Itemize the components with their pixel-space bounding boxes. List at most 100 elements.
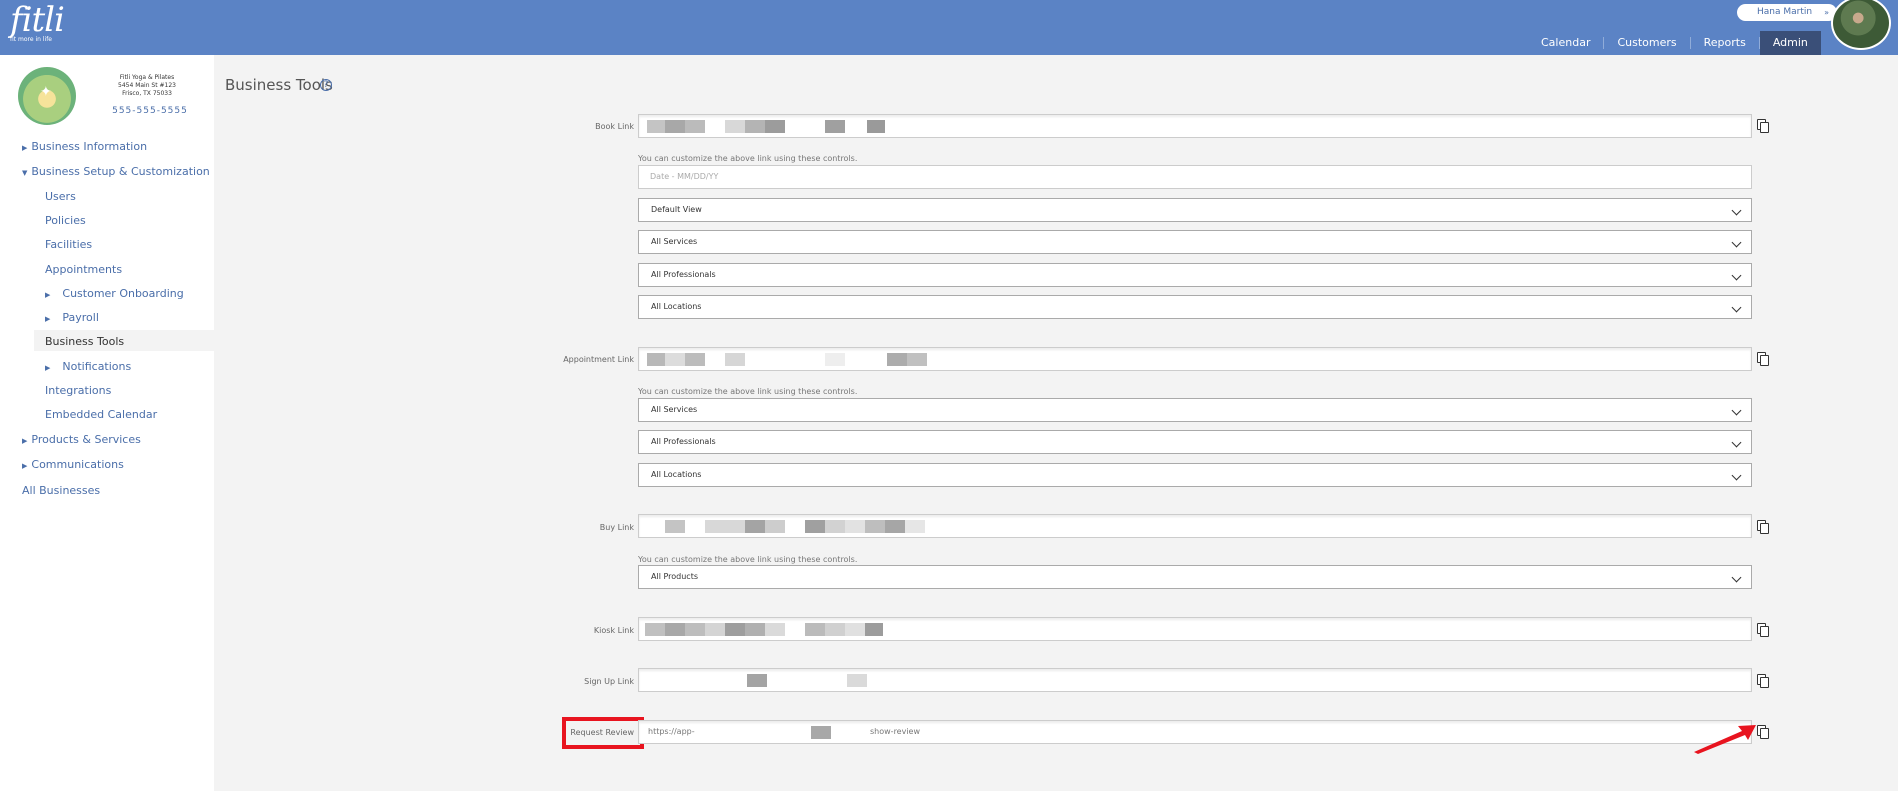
redacted-block	[825, 353, 845, 366]
redacted-block	[845, 520, 865, 533]
copy-signup-link-icon[interactable]	[1757, 674, 1769, 688]
redacted-block	[705, 520, 745, 533]
redacted-block	[665, 120, 685, 133]
sidebar-item-label: Payroll	[62, 311, 99, 324]
nav-calendar[interactable]: Calendar	[1528, 31, 1603, 55]
redacted-block	[825, 120, 845, 133]
redacted-block	[665, 520, 685, 533]
fitli-logo[interactable]: fitli fit more in life	[10, 0, 65, 43]
request-review-link-field[interactable]: https://app- show-review	[638, 720, 1752, 744]
redacted-block	[905, 520, 925, 533]
user-menu-chevron-icon: »	[1824, 8, 1829, 17]
appointment-link-field[interactable]	[638, 347, 1752, 371]
redacted-block	[725, 120, 745, 133]
caret-right-icon: ▶	[45, 291, 51, 299]
chevron-down-icon	[1731, 205, 1742, 216]
sidebar-item-products-services[interactable]: ▶ Products & Services	[22, 433, 141, 446]
nav-customers[interactable]: Customers	[1604, 31, 1689, 55]
sidebar: ✦ Fitli Yoga & Pilates 5454 Main St #123…	[0, 55, 214, 791]
redacted-block	[907, 353, 927, 366]
redacted-block	[647, 353, 665, 366]
appointment-locations-select[interactable]: All Locations	[638, 463, 1752, 487]
sidebar-item-integrations[interactable]: Integrations	[45, 384, 111, 397]
user-menu[interactable]: Hana Martin »	[1737, 4, 1837, 21]
redacted-block	[765, 623, 785, 636]
caret-right-icon: ▶	[22, 144, 28, 152]
nav-reports[interactable]: Reports	[1691, 31, 1759, 55]
request-review-label: Request Review	[570, 728, 634, 737]
business-address-line2: Frisco, TX 75033	[122, 90, 172, 97]
sidebar-item-business-setup[interactable]: ▼ Business Setup & Customization	[22, 165, 210, 178]
avatar[interactable]	[1831, 0, 1891, 50]
help-icon[interactable]: ?	[320, 79, 332, 91]
business-address-line1: 5454 Main St #123	[118, 82, 176, 89]
copy-appointment-link-icon[interactable]	[1757, 352, 1769, 366]
copy-request-review-link-icon[interactable]	[1757, 725, 1769, 739]
appointment-professionals-select[interactable]: All Professionals	[638, 430, 1752, 454]
signup-link-field[interactable]	[638, 668, 1752, 692]
sidebar-item-label: Customer Onboarding	[62, 287, 184, 300]
sidebar-item-payroll[interactable]: ▶ Payroll	[45, 311, 99, 324]
book-link-label: Book Link	[595, 122, 634, 131]
sidebar-item-label: Products & Services	[31, 433, 141, 446]
caret-right-icon: ▶	[22, 462, 28, 470]
book-view-select[interactable]: Default View	[638, 198, 1752, 222]
redacted-block	[725, 623, 745, 636]
arrow-shape	[1694, 725, 1756, 754]
sidebar-item-appointments[interactable]: Appointments	[45, 263, 122, 276]
kiosk-link-field[interactable]	[638, 617, 1752, 641]
sidebar-item-policies[interactable]: Policies	[45, 214, 86, 227]
sidebar-item-communications[interactable]: ▶ Communications	[22, 458, 124, 471]
redacted-block	[865, 520, 885, 533]
user-name: Hana Martin	[1757, 7, 1813, 17]
sidebar-item-facilities[interactable]: Facilities	[45, 238, 92, 251]
caret-right-icon: ▶	[22, 437, 28, 445]
redacted-block	[805, 520, 825, 533]
appointment-services-select[interactable]: All Services	[638, 398, 1752, 422]
business-info: Fitli Yoga & Pilates 5454 Main St #123 F…	[102, 74, 192, 98]
signup-link-label: Sign Up Link	[584, 677, 634, 686]
buy-link-field[interactable]	[638, 514, 1752, 538]
redacted-block	[685, 623, 705, 636]
book-link-field[interactable]	[638, 114, 1752, 138]
customize-hint: You can customize the above link using t…	[638, 387, 858, 396]
redacted-block	[745, 120, 765, 133]
book-services-select[interactable]: All Services	[638, 230, 1752, 254]
top-header: fitli fit more in life Hana Martin » Cal…	[0, 0, 1898, 55]
caret-right-icon: ▶	[45, 364, 51, 372]
business-name: Fitli Yoga & Pilates	[119, 74, 175, 81]
redacted-block	[847, 674, 867, 687]
book-locations-select[interactable]: All Locations	[638, 295, 1752, 319]
redacted-block	[745, 520, 765, 533]
sidebar-item-notifications[interactable]: ▶ Notifications	[45, 360, 131, 373]
book-professionals-select[interactable]: All Professionals	[638, 263, 1752, 287]
sidebar-item-users[interactable]: Users	[45, 190, 76, 203]
date-input[interactable]: Date - MM/DD/YY	[638, 165, 1752, 189]
redacted-block	[665, 623, 685, 636]
sidebar-item-all-businesses[interactable]: All Businesses	[22, 484, 100, 497]
sidebar-item-embedded-calendar[interactable]: Embedded Calendar	[45, 408, 157, 421]
business-phone: 555-555-5555	[112, 106, 188, 116]
chevron-down-icon	[1731, 437, 1742, 448]
sidebar-item-label: Business Setup & Customization	[31, 165, 210, 178]
redacted-block	[805, 623, 825, 636]
caret-down-icon: ▼	[22, 169, 28, 177]
sidebar-item-customer-onboarding[interactable]: ▶ Customer Onboarding	[45, 287, 184, 300]
buy-products-select[interactable]: All Products	[638, 565, 1752, 589]
redacted-block	[867, 120, 885, 133]
copy-buy-link-icon[interactable]	[1757, 520, 1769, 534]
sidebar-item-business-information[interactable]: ▶ Business Information	[22, 140, 147, 153]
kiosk-link-label: Kiosk Link	[593, 626, 634, 635]
buy-link-label: Buy Link	[599, 523, 634, 532]
select-value: All Professionals	[651, 270, 716, 279]
sidebar-item-label: Business Information	[31, 140, 148, 153]
appointment-link-label: Appointment Link	[563, 355, 634, 364]
copy-book-link-icon[interactable]	[1757, 119, 1769, 133]
redacted-block	[825, 623, 845, 636]
nav-admin[interactable]: Admin	[1759, 31, 1821, 55]
copy-kiosk-link-icon[interactable]	[1757, 623, 1769, 637]
select-value: All Products	[651, 572, 699, 581]
business-logo: ✦	[18, 67, 76, 125]
sidebar-item-business-tools[interactable]: Business Tools	[45, 335, 124, 348]
redacted-block	[745, 623, 765, 636]
